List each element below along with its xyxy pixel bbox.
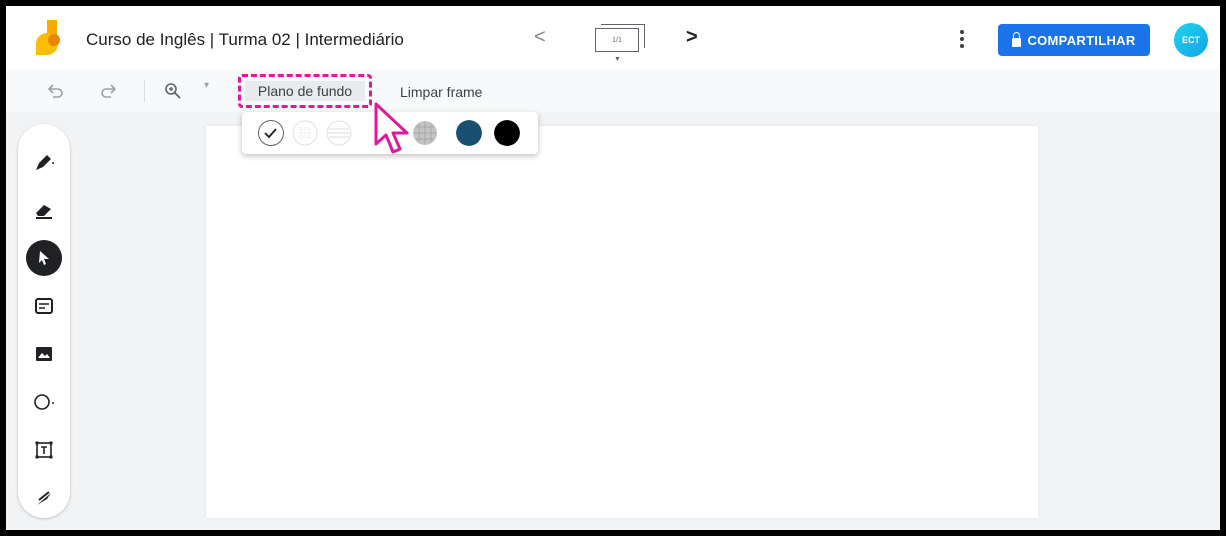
- laser-icon: [37, 491, 51, 505]
- sticky-note-tool[interactable]: [26, 288, 62, 324]
- image-icon: [36, 347, 52, 361]
- frame-counter: 1/1: [595, 28, 639, 52]
- toolbar: ▾ Plano de fundo Limpar frame: [6, 70, 1220, 112]
- background-black-swatch[interactable]: [494, 120, 520, 146]
- undo-icon[interactable]: [46, 82, 64, 100]
- cursor-arrow-icon: [39, 251, 49, 265]
- shape-tool[interactable]: [26, 384, 62, 420]
- select-tool[interactable]: [26, 240, 62, 276]
- app-window: Curso de Inglês | Turma 02 | Intermediár…: [6, 6, 1220, 530]
- chevron-down-icon: ▼: [614, 56, 621, 63]
- pen-icon: [36, 155, 54, 170]
- jamboard-logo: [36, 20, 60, 55]
- share-label: COMPARTILHAR: [1027, 32, 1136, 48]
- sticky-note-icon: [35, 298, 53, 314]
- background-lined-swatch[interactable]: [326, 120, 352, 146]
- eraser-tool[interactable]: [26, 192, 62, 228]
- avatar[interactable]: ECT: [1174, 23, 1208, 57]
- laser-tool[interactable]: [26, 480, 62, 516]
- next-frame-button[interactable]: >: [686, 26, 698, 49]
- lock-icon: [1012, 31, 1022, 47]
- more-options-icon[interactable]: [952, 28, 972, 52]
- toolbar-divider: [144, 80, 145, 102]
- image-tool[interactable]: [26, 336, 62, 372]
- clear-frame-button[interactable]: Limpar frame: [400, 84, 482, 100]
- background-blue-swatch[interactable]: [456, 120, 482, 146]
- text-box-tool[interactable]: [26, 432, 62, 468]
- document-title[interactable]: Curso de Inglês | Turma 02 | Intermediár…: [86, 30, 404, 50]
- eraser-icon: [36, 205, 52, 219]
- background-button-label: Plano de fundo: [245, 81, 365, 101]
- background-blank-swatch[interactable]: [258, 120, 284, 146]
- checkmark-icon: [264, 128, 277, 139]
- text-box-icon: [35, 441, 53, 459]
- circle-shape-icon: [34, 394, 54, 410]
- zoom-dropdown-icon[interactable]: ▾: [204, 80, 209, 91]
- share-button[interactable]: COMPARTILHAR: [998, 24, 1150, 56]
- pen-tool[interactable]: [26, 144, 62, 180]
- previous-frame-button[interactable]: <: [534, 26, 546, 49]
- header: Curso de Inglês | Turma 02 | Intermediár…: [6, 6, 1220, 70]
- background-button[interactable]: Plano de fundo: [238, 74, 372, 108]
- redo-icon[interactable]: [100, 82, 118, 100]
- mouse-pointer-icon: [374, 102, 409, 154]
- whiteboard-canvas[interactable]: [206, 126, 1038, 518]
- zoom-icon[interactable]: [164, 82, 182, 100]
- tool-sidebar: [18, 124, 70, 518]
- frame-selector[interactable]: 1/1 ▼: [592, 22, 650, 63]
- background-dots-swatch[interactable]: [292, 120, 318, 146]
